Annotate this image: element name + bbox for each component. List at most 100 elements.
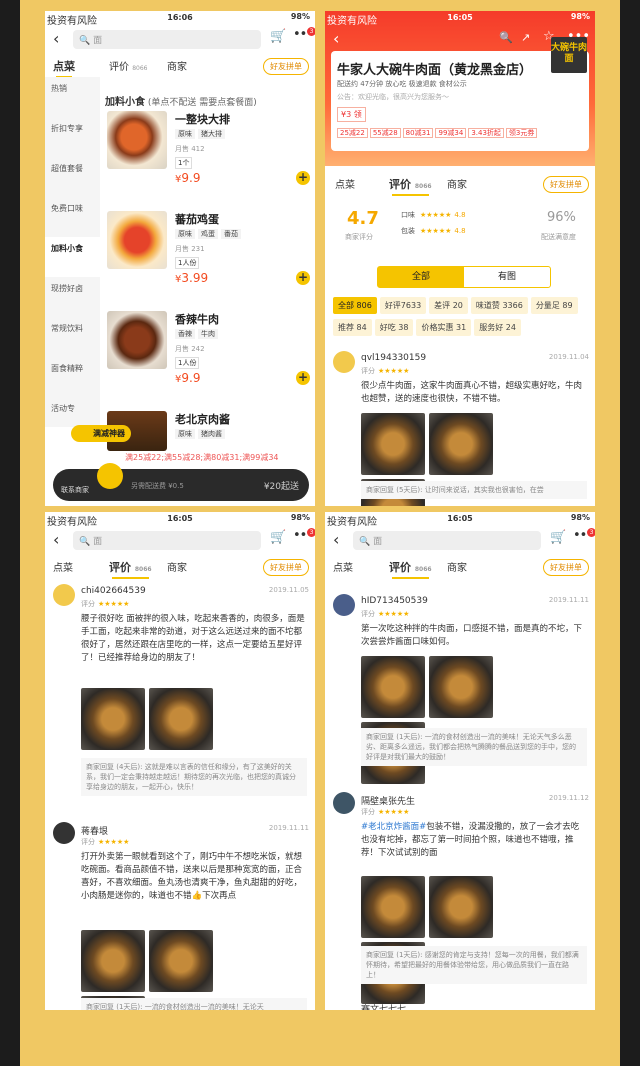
review-photo[interactable] (361, 413, 425, 475)
add-icon[interactable]: + (296, 371, 310, 385)
tag-chip[interactable]: 服务好 24 (474, 319, 521, 336)
review-photo[interactable] (361, 876, 425, 938)
filter-all[interactable]: 全部 (378, 267, 464, 287)
tab-order[interactable]: 点菜 (53, 58, 75, 78)
contact-merchant[interactable]: 联系商家 (61, 485, 89, 495)
group-order-button[interactable]: 好友拼单 (543, 176, 589, 193)
review-photos (361, 876, 561, 1004)
back-icon[interactable]: ‹ (333, 29, 339, 48)
group-order-button[interactable]: 好友拼单 (263, 559, 309, 576)
tag-chip[interactable]: 好吃 38 (374, 319, 414, 336)
menu-screen: 投资有风险 16:06 98% ‹ 🔍 面 🛒 ••• 3 点菜 评价 8066… (45, 11, 315, 506)
tag-chip[interactable]: 推荐 84 (333, 319, 372, 336)
tag-chip[interactable]: 全部 806 (333, 297, 377, 314)
delivery-satisfaction: 96% (547, 210, 576, 225)
filter-with-photo[interactable]: 有图 (464, 267, 550, 287)
search-input[interactable]: 🔍 面 (353, 531, 541, 550)
menu-item[interactable]: 蕃茄鸡蛋 原味 鸡蛋 番茄 月售 231 1人份 ¥3.99 + (105, 211, 310, 307)
avatar[interactable] (333, 594, 355, 616)
category-item[interactable]: 超值套餐 (45, 157, 100, 197)
avatar[interactable] (333, 792, 355, 814)
review-photo[interactable] (361, 656, 425, 718)
search-input[interactable]: 🔍 面 (73, 531, 261, 550)
merchant-reply: 商家回复 (1天后): 一流的食材创造出一流的美味！无论天 (81, 998, 307, 1010)
discount-helper-button[interactable]: 满减神器 (71, 425, 131, 442)
tag-chip[interactable]: 分量足 89 (530, 297, 578, 314)
tab-order[interactable]: 点菜 (53, 559, 73, 574)
tag-chip[interactable]: 价格实惠 31 (416, 319, 472, 336)
avatar[interactable] (53, 584, 75, 606)
tab-order[interactable]: 点菜 (333, 559, 353, 574)
battery-level: 98% (290, 12, 310, 21)
review-photo[interactable] (81, 930, 145, 992)
tab-review[interactable]: 评价 8066 (389, 559, 432, 579)
category-item[interactable]: 现捞好卤 (45, 277, 100, 317)
avatar[interactable] (333, 351, 355, 373)
tab-merchant[interactable]: 商家 (447, 559, 467, 574)
category-item[interactable]: 常规饮料 (45, 317, 100, 357)
rating-summary: 4.7 商家评分 口味 ★★★★★ 4.8 包装 ★★★★★ 4.8 96% 配送满意度 (325, 208, 595, 263)
tab-review[interactable]: 评价 8066 (389, 176, 432, 196)
price: ¥3.99 (175, 271, 209, 285)
tab-merchant[interactable]: 商家 (167, 559, 187, 574)
review-photo[interactable] (429, 876, 493, 938)
min-order: ¥20起送 (263, 482, 299, 492)
avatar[interactable] (53, 822, 75, 844)
cart-icon[interactable]: 🛒 (550, 530, 566, 545)
search-icon[interactable]: 🔍 (499, 31, 513, 44)
menu-item[interactable]: 香辣牛肉 香辣 牛肉 月售 242 1人份 ¥9.9 + (105, 311, 310, 407)
shop-meta: 配送约 47分钟 放心吃 极速退款 食材公示 (337, 80, 467, 88)
review-photo[interactable] (429, 413, 493, 475)
dish-hashtag[interactable]: #老北京炸酱面# (361, 822, 426, 832)
tab-merchant[interactable]: 商家 (167, 58, 187, 73)
cart-bag-icon[interactable] (97, 463, 123, 489)
back-icon[interactable]: ‹ (53, 530, 59, 549)
back-icon[interactable]: ‹ (53, 29, 59, 48)
group-order-button[interactable]: 好友拼单 (263, 58, 309, 75)
add-icon[interactable]: + (296, 171, 310, 185)
item-tags: 原味 猪大排 (175, 129, 228, 139)
search-input[interactable]: 🔍 面 (73, 30, 261, 49)
cart-icon[interactable]: 🛒 (270, 29, 286, 44)
review-photo[interactable] (149, 688, 213, 750)
review-photo[interactable] (429, 656, 493, 718)
shop-header: 投资有风险 16:05 98% ‹ 🔍 ↗ ☆ ••• 大碗牛肉面 牛家人大碗牛… (325, 11, 595, 166)
category-item-active[interactable]: 加料小食 (45, 237, 100, 277)
menu-item[interactable]: 一整块大排 原味 猪大排 月售 412 1个 ¥9.9 + (105, 111, 310, 207)
review-text: #老北京炸酱面#包装不错，没漏没撒的，放了一会才去吃也没有坨掉，都忘了第一时间拍… (361, 822, 580, 858)
category-item[interactable]: 折扣专享 (45, 117, 100, 157)
promo-strip: 满25减22;满55减28;满80减31;满99减34 (125, 453, 279, 462)
notification-badge: 3 (307, 27, 315, 36)
review-filter-toggle: 全部 有图 (377, 266, 551, 288)
tab-bar: 点菜 评价 8066 商家 好友拼单 (325, 554, 595, 579)
battery-level: 98% (570, 513, 590, 522)
category-item[interactable]: 热销 (45, 77, 100, 117)
tab-order[interactable]: 点菜 (335, 176, 355, 191)
tab-merchant[interactable]: 商家 (447, 176, 467, 191)
notification-badge: 3 (307, 528, 315, 537)
tab-review[interactable]: 评价 8066 (109, 559, 152, 579)
review-item: chi402664539 2019.11.05 评分 ★★★★★ 腰子很好吃 面被… (45, 584, 315, 814)
coupon-button[interactable]: ¥3 领 (337, 107, 366, 122)
share-icon[interactable]: ↗ (521, 31, 530, 44)
tag-chip[interactable]: 差评 20 (429, 297, 468, 314)
tab-review[interactable]: 评价 8066 (109, 58, 147, 73)
cart-icon[interactable]: 🛒 (270, 530, 286, 545)
group-order-button[interactable]: 好友拼单 (543, 559, 589, 576)
tab-bar: 点菜 评价 8066 商家 好友拼单 (325, 171, 595, 196)
clock: 16:05 (447, 13, 473, 22)
review-text: 第一次吃这种拌的牛肉面，口感挺不错，面是真的不坨，下次尝尝炸酱面口味如何。 (361, 624, 583, 647)
review-photo[interactable] (81, 688, 145, 750)
cart-bar[interactable]: 联系商家 另需配送费 ¥0.5 ¥20起送 (53, 463, 309, 501)
category-item[interactable]: 面食精粹 (45, 357, 100, 397)
food-photo (107, 211, 167, 269)
back-icon[interactable]: ‹ (333, 530, 339, 549)
tab-bar: 点菜 评价 8066 商家 好友拼单 (45, 554, 315, 579)
tag-chip[interactable]: 味道赞 3366 (470, 297, 528, 314)
tag-chip[interactable]: 好评7633 (379, 297, 427, 314)
category-item[interactable]: 免费口味 (45, 197, 100, 237)
review-user: qvl194330159 (361, 353, 427, 363)
menu-item[interactable]: 老北京肉酱 原味 猪肉酱 (105, 411, 310, 451)
add-icon[interactable]: + (296, 271, 310, 285)
review-photo[interactable] (149, 930, 213, 992)
